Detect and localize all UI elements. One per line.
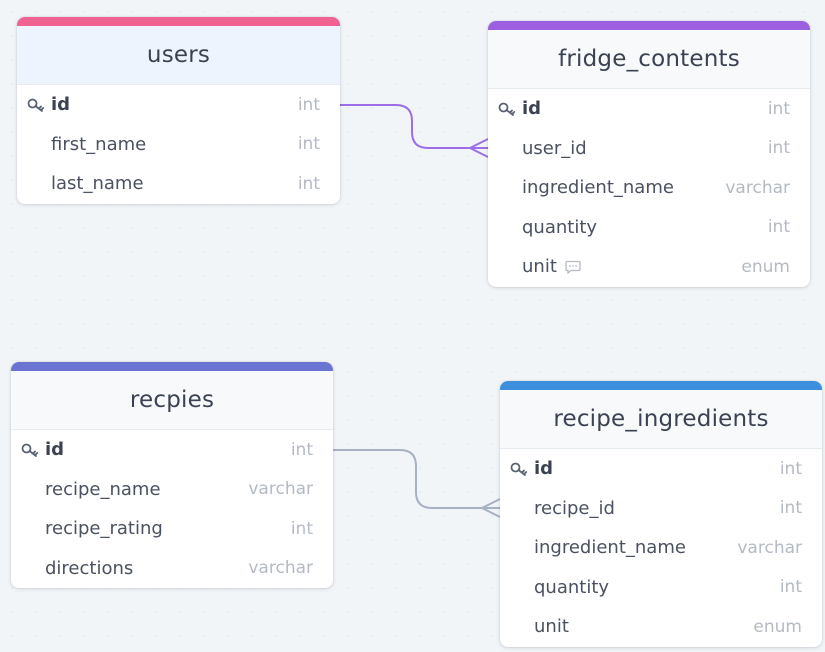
- field-left: id: [21, 439, 64, 460]
- field-row[interactable]: id int: [488, 89, 810, 129]
- field-type: int: [767, 98, 790, 119]
- table-recipe-ingredients-title[interactable]: recipe_ingredients: [500, 390, 822, 449]
- key-icon: [510, 460, 534, 478]
- table-users-fields: id int first_name int last_name int: [17, 85, 340, 204]
- field-row[interactable]: id int: [500, 449, 822, 489]
- field-name: recipe_id: [534, 497, 615, 519]
- field-row[interactable]: unit enum: [488, 247, 810, 287]
- field-left: id: [498, 98, 541, 119]
- field-left: last_name: [27, 173, 144, 194]
- field-name: id: [522, 98, 542, 120]
- field-left: first_name: [27, 134, 146, 155]
- field-left: id: [510, 458, 553, 479]
- field-left: unit: [498, 256, 581, 277]
- field-type: int: [297, 173, 320, 194]
- field-type: varchar: [725, 177, 790, 198]
- table-recipe-ingredients-color-bar: [500, 381, 822, 390]
- field-name: id: [51, 94, 71, 116]
- field-type: int: [290, 439, 313, 460]
- table-recpies-title[interactable]: recpies: [11, 371, 333, 430]
- field-type: int: [779, 498, 802, 519]
- field-row[interactable]: last_name int: [17, 164, 340, 204]
- comment-icon[interactable]: [565, 260, 581, 274]
- field-left: quantity: [498, 217, 597, 238]
- field-name: quantity: [534, 576, 610, 598]
- table-fridge-contents-title[interactable]: fridge_contents: [488, 30, 810, 89]
- field-name: unit: [522, 256, 557, 278]
- field-left: user_id: [498, 138, 587, 159]
- table-recpies-color-bar: [11, 362, 333, 371]
- table-recipe-ingredients[interactable]: recipe_ingredients id int recipe_id int ingr…: [500, 381, 822, 647]
- table-users-color-bar: [17, 17, 340, 26]
- field-left: unit: [510, 616, 569, 637]
- field-type: int: [297, 134, 320, 155]
- field-type: int: [297, 94, 320, 115]
- field-row[interactable]: unit enum: [500, 607, 822, 647]
- field-left: directions: [21, 558, 133, 579]
- table-recipe-ingredients-fields: id int recipe_id int ingredient_name varchar q…: [500, 449, 822, 647]
- field-name: directions: [45, 557, 134, 579]
- field-type: varchar: [737, 537, 802, 558]
- field-row[interactable]: recipe_name varchar: [11, 470, 333, 510]
- field-row[interactable]: quantity int: [500, 568, 822, 608]
- field-type: int: [290, 518, 313, 539]
- field-name: recipe_name: [45, 478, 161, 500]
- field-type: int: [779, 577, 802, 598]
- field-row[interactable]: quantity int: [488, 208, 810, 248]
- field-name: unit: [534, 616, 569, 638]
- field-type: enum: [741, 256, 790, 277]
- field-left: recipe_name: [21, 479, 161, 500]
- field-type: int: [767, 138, 790, 159]
- table-recpies-fields: id int recipe_name varchar recipe_rating int d…: [11, 430, 333, 588]
- table-fridge-contents-fields: id int user_id int ingredient_name varchar qua…: [488, 89, 810, 287]
- field-type: enum: [753, 616, 802, 637]
- field-row[interactable]: ingredient_name varchar: [488, 168, 810, 208]
- field-left: ingredient_name: [510, 537, 686, 558]
- key-icon: [27, 96, 51, 114]
- field-row[interactable]: user_id int: [488, 129, 810, 169]
- table-recpies[interactable]: recpies id int recipe_name varchar recipe_ra…: [11, 362, 333, 588]
- field-name: quantity: [522, 216, 598, 238]
- field-row[interactable]: id int: [11, 430, 333, 470]
- table-users-title[interactable]: users: [17, 26, 340, 85]
- field-type: varchar: [248, 558, 313, 579]
- field-name: first_name: [51, 133, 147, 155]
- field-left: ingredient_name: [498, 177, 674, 198]
- field-left: quantity: [510, 577, 609, 598]
- field-name: id: [45, 439, 65, 461]
- table-fridge-contents[interactable]: fridge_contents id int user_id int ingredien…: [488, 21, 810, 287]
- field-type: varchar: [248, 479, 313, 500]
- key-icon: [21, 441, 45, 459]
- key-icon: [498, 100, 522, 118]
- field-left: id: [27, 94, 70, 115]
- field-row[interactable]: directions varchar: [11, 549, 333, 589]
- field-row[interactable]: recipe_id int: [500, 489, 822, 529]
- field-name: recipe_rating: [45, 518, 163, 540]
- field-name: id: [534, 458, 554, 480]
- field-row[interactable]: id int: [17, 85, 340, 125]
- field-name: user_id: [522, 137, 587, 159]
- table-fridge-contents-color-bar: [488, 21, 810, 30]
- field-row[interactable]: first_name int: [17, 125, 340, 165]
- field-left: recipe_rating: [21, 518, 163, 539]
- field-type: int: [779, 458, 802, 479]
- field-name: last_name: [51, 173, 144, 195]
- field-row[interactable]: ingredient_name varchar: [500, 528, 822, 568]
- field-row[interactable]: recipe_rating int: [11, 509, 333, 549]
- field-name: ingredient_name: [522, 177, 674, 199]
- field-name: ingredient_name: [534, 537, 686, 559]
- field-type: int: [767, 217, 790, 238]
- field-left: recipe_id: [510, 498, 615, 519]
- table-users[interactable]: users id int first_name int last_name int: [17, 17, 340, 204]
